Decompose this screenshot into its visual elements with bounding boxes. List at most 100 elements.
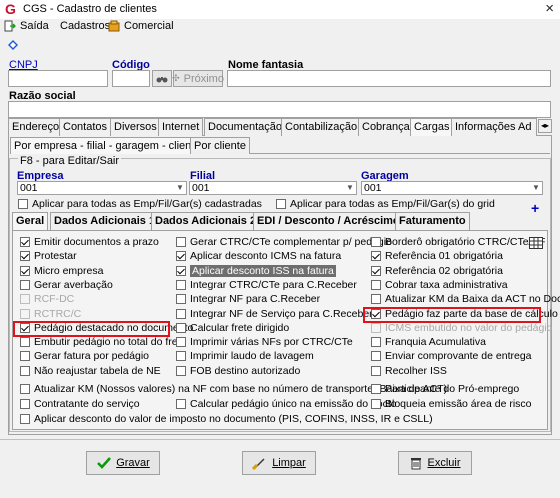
col1-item[interactable]: Gerar fatura por pedágio	[20, 350, 149, 362]
checkbox[interactable]	[20, 265, 30, 276]
checkbox[interactable]	[20, 279, 30, 290]
tab-scroll-icon[interactable]: ◂▸	[538, 119, 552, 133]
tab-faturamento[interactable]: Faturamento	[395, 212, 470, 230]
checkbox[interactable]	[176, 399, 186, 409]
col3-item[interactable]: Franquia Acumulativa	[371, 336, 486, 348]
checkbox[interactable]	[371, 337, 381, 348]
check-all-cadastradas[interactable]: Aplicar para todas as Emp/Fil/Gar(s) cad…	[18, 198, 262, 210]
checkbox[interactable]	[176, 237, 186, 247]
checkbox[interactable]	[18, 199, 28, 209]
checkbox[interactable]	[176, 308, 186, 319]
tab-contabilizacao[interactable]: Contabilização	[281, 118, 362, 136]
col2-item[interactable]: Aplicar desconto ISS na fatura	[176, 264, 336, 277]
tab-cobranca[interactable]: Cobrança	[358, 118, 414, 136]
garagem-select[interactable]: 001 ▼	[361, 181, 543, 195]
empresa-select[interactable]: 001 ▼	[17, 181, 187, 195]
checkbox[interactable]	[20, 365, 30, 376]
tab-cargas[interactable]: Cargas	[410, 118, 454, 136]
checkbox[interactable]	[176, 337, 186, 348]
tab-documentacao[interactable]: Documentação	[204, 118, 286, 136]
search-button[interactable]	[152, 70, 172, 87]
menu-cadastros[interactable]: Cadastros	[60, 20, 110, 32]
checkbox[interactable]	[371, 365, 381, 376]
checkbox[interactable]	[276, 199, 286, 209]
col3-item[interactable]: Referência 02 obrigatória	[371, 265, 503, 277]
wide-mid[interactable]: Calcular pedágio único na emissão do doc…	[176, 398, 397, 410]
col2-item[interactable]: Imprimir laudo de lavagem	[176, 350, 314, 362]
checkbox[interactable]	[20, 384, 30, 394]
col2-item[interactable]: Gerar CTRC/CTe complementar p/ pedágio	[176, 236, 392, 248]
checkbox[interactable]	[371, 265, 381, 276]
col1-item[interactable]: Micro empresa	[20, 265, 103, 277]
checkbox[interactable]	[20, 351, 30, 362]
filial-select[interactable]: 001 ▼	[189, 181, 357, 195]
navigator-icon[interactable]	[7, 39, 19, 51]
checkbox[interactable]	[20, 337, 30, 348]
checkbox[interactable]	[371, 399, 381, 409]
tab-por-cliente[interactable]: Por cliente	[190, 137, 250, 154]
checkbox[interactable]	[371, 251, 381, 262]
col1-item[interactable]: Não reajustar tabela de NE	[20, 365, 161, 377]
col1-item[interactable]: Gerar averbação	[20, 279, 113, 291]
col2-item[interactable]: Integrar CTRC/CTe para C.Receber	[176, 279, 357, 291]
gravar-button[interactable]: Gravar	[86, 451, 160, 475]
col1-item[interactable]: RCF-DC	[20, 293, 74, 305]
checkbox[interactable]	[176, 251, 186, 262]
checkbox[interactable]	[20, 237, 30, 247]
col1-item[interactable]: Emitir documentos a prazo	[20, 236, 159, 248]
wide-row-2[interactable]: Contratante do serviço	[20, 398, 140, 410]
check-all-grid[interactable]: Aplicar para todas as Emp/Fil/Gar(s) do …	[276, 198, 495, 210]
checkbox[interactable]	[371, 279, 381, 290]
col2-item[interactable]: Integrar NF para C.Receber	[176, 293, 320, 305]
checkbox[interactable]	[176, 322, 186, 333]
col3-item[interactable]: Atualizar KM da Baixa da ACT no Docto	[371, 293, 560, 305]
tab-dados-adicionais-2[interactable]: Dados Adicionais 2	[151, 212, 261, 230]
col2-item[interactable]: Aplicar desconto ICMS na fatura	[176, 250, 341, 262]
checkbox[interactable]	[20, 294, 30, 305]
checkbox[interactable]	[20, 399, 30, 409]
checkbox[interactable]	[371, 322, 381, 333]
col3-item[interactable]: Cobrar taxa administrativa	[371, 279, 508, 291]
menu-comercial[interactable]: Comercial	[108, 20, 174, 32]
wide-row-3[interactable]: Aplicar desconto do valor de imposto no …	[20, 413, 433, 425]
tab-geral[interactable]: Geral	[12, 212, 49, 230]
checkbox[interactable]	[176, 365, 186, 376]
checkbox[interactable]	[176, 279, 186, 290]
razao-input[interactable]	[8, 101, 551, 118]
checkbox[interactable]	[20, 414, 30, 424]
col2-item[interactable]: Imprimir várias NFs por CTRC/CTe	[176, 336, 353, 348]
close-icon[interactable]: ×	[545, 0, 554, 17]
tab-internet[interactable]: Internet	[158, 118, 204, 136]
col3-item[interactable]: Recolher ISS	[371, 365, 447, 377]
col3-item[interactable]: Borderô obrigatório CTRC/CTe/NF	[371, 236, 545, 248]
excluir-button[interactable]: Excluir	[398, 451, 472, 475]
tab-endereco[interactable]: Endereço	[8, 118, 64, 136]
tab-informacoes[interactable]: Informações Ad	[451, 118, 537, 136]
tab-contatos[interactable]: Contatos	[59, 118, 112, 136]
wide-right-1[interactable]: Participante do Pró-emprego	[371, 383, 519, 395]
add-icon[interactable]: +	[531, 200, 539, 216]
fantasia-input[interactable]	[227, 70, 551, 87]
col2-item[interactable]: FOB destino autorizado	[176, 365, 300, 377]
proximo-button[interactable]: ✣ Próximo	[172, 70, 224, 87]
menu-saida[interactable]: Saída	[4, 20, 49, 32]
col3-item[interactable]: Referência 01 obrigatória	[371, 250, 503, 262]
checkbox[interactable]	[20, 308, 30, 319]
col1-item[interactable]: RCTRC/C	[20, 308, 81, 320]
checkbox[interactable]	[176, 265, 186, 276]
cnpj-input[interactable]	[8, 70, 108, 87]
col2-item[interactable]: Integrar NF de Serviço para C.Receber	[176, 308, 373, 320]
checkbox[interactable]	[371, 351, 381, 362]
tab-edi[interactable]: EDI / Desconto / Acréscimo	[253, 212, 404, 230]
col2-item[interactable]: Calcular frete dirigido	[176, 322, 289, 334]
grid-picker-icon[interactable]	[529, 237, 543, 249]
tab-diversos[interactable]: Diversos	[110, 118, 161, 136]
checkbox[interactable]	[176, 351, 186, 362]
col1-item[interactable]: Embutir pedágio no total do frete	[20, 336, 186, 348]
tab-por-empresa[interactable]: Por empresa - filial - garagem - cliente	[10, 137, 205, 154]
checkbox[interactable]	[371, 237, 381, 247]
checkbox[interactable]	[371, 294, 381, 305]
col1-item[interactable]: Protestar	[20, 250, 77, 262]
codigo-input[interactable]	[112, 70, 150, 87]
checkbox[interactable]	[176, 294, 186, 305]
